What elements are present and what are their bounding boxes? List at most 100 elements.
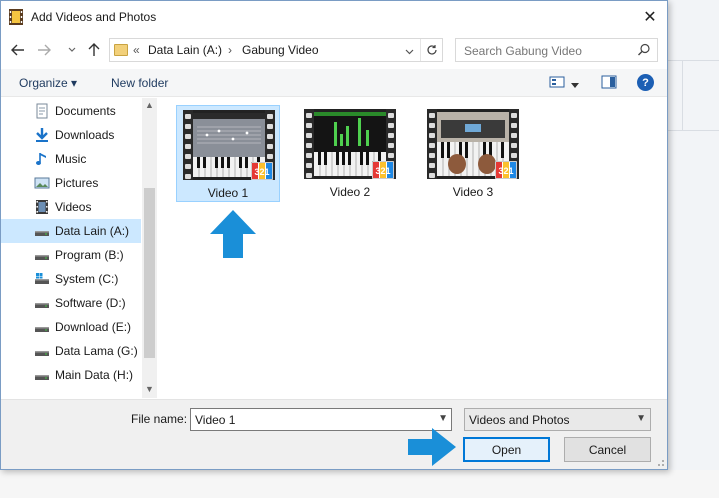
open-button[interactable]: Open	[463, 437, 550, 462]
drive-icon	[35, 327, 49, 332]
sidebar-item-videos[interactable]: Videos	[1, 195, 141, 219]
sidebar-item-documents[interactable]: Documents	[1, 99, 141, 123]
folder-icon	[114, 44, 128, 56]
sidebar-item-data-lain[interactable]: Data Lain (A:)	[1, 219, 141, 243]
file-name-label: Video 1	[207, 186, 249, 200]
overflow-icon[interactable]: «	[133, 43, 140, 57]
sidebar-item-downloads[interactable]: Downloads	[1, 123, 141, 147]
video-thumbnail: 321	[304, 109, 396, 179]
pointer-arrow-up-icon	[210, 210, 256, 258]
sidebar-item-label: Documents	[55, 104, 116, 118]
help-button[interactable]: ?	[637, 74, 654, 91]
pointer-arrow-right-icon	[408, 428, 456, 466]
scroll-up-icon[interactable]: ▲	[144, 100, 155, 112]
sidebar-scrollbar[interactable]: ▲ ▼	[142, 98, 157, 398]
file-name-label: File name:	[131, 412, 188, 426]
file-name-value: Video 1	[195, 413, 236, 427]
scroll-down-icon[interactable]: ▼	[144, 384, 155, 396]
up-button[interactable]	[85, 40, 103, 60]
drive-icon	[35, 303, 49, 308]
media-player-badge-icon: 321	[372, 161, 394, 179]
navigation-pane: Documents Downloads Music Pictures Video…	[1, 98, 157, 398]
file-item-video-2[interactable]: 321 Video 2	[298, 105, 402, 202]
add-videos-dialog: Add Videos and Photos ✕ « Data Lain (A:)…	[0, 0, 668, 470]
organize-button[interactable]: Organize ▾	[19, 76, 77, 90]
sidebar-item-label: Main Data (H:)	[55, 368, 134, 382]
video-thumbnail: 321	[427, 109, 519, 179]
title-bar: Add Videos and Photos ✕	[1, 1, 667, 33]
pictures-icon	[34, 177, 50, 189]
drive-icon	[35, 231, 49, 236]
dialog-title: Add Videos and Photos	[31, 10, 157, 24]
sidebar-item-label: Music	[55, 152, 87, 166]
chevron-down-icon	[405, 49, 414, 55]
file-type-value: Videos and Photos	[469, 413, 570, 427]
film-icon	[9, 9, 23, 25]
dialog-footer: File name: Video 1 ▼ Videos and Photos ▼…	[1, 399, 667, 469]
background-window-bottom	[0, 470, 719, 498]
close-icon: ✕	[643, 9, 657, 26]
breadcrumb-gabung-video[interactable]: Gabung Video	[242, 43, 319, 57]
preview-pane-icon[interactable]	[601, 75, 617, 89]
file-item-video-3[interactable]: 321 Video 3	[421, 105, 525, 202]
file-type-select[interactable]: Videos and Photos ▼	[464, 408, 651, 431]
view-options-icon[interactable]	[549, 75, 565, 89]
sidebar-item-label: Data Lain (A:)	[55, 224, 130, 238]
close-button[interactable]: ✕	[639, 7, 661, 27]
svg-text:321: 321	[375, 166, 390, 176]
view-dropdown[interactable]	[571, 78, 579, 92]
arrow-up-icon	[88, 43, 100, 56]
downloads-icon	[36, 128, 48, 142]
videos-icon	[36, 200, 48, 214]
address-row: « Data Lain (A:) › Gabung Video Search G…	[1, 37, 667, 63]
sidebar-item-main-data[interactable]: Main Data (H:)	[1, 363, 141, 387]
sidebar-item-label: Pictures	[55, 176, 99, 190]
search-icon	[638, 43, 650, 56]
sidebar-item-music[interactable]: Music	[1, 147, 141, 171]
sidebar-item-label: Program (B:)	[55, 248, 124, 262]
documents-icon	[36, 103, 48, 119]
sidebar-item-software[interactable]: Software (D:)	[1, 291, 141, 315]
drive-icon	[35, 255, 49, 260]
media-player-badge-icon: 321	[251, 162, 273, 180]
recent-locations-button[interactable]	[63, 40, 81, 60]
sidebar-item-label: Download (E:)	[55, 320, 132, 334]
sidebar-item-label: Downloads	[55, 128, 115, 142]
sidebar-item-pictures[interactable]: Pictures	[1, 171, 141, 195]
address-dropdown[interactable]	[405, 44, 414, 58]
address-bar[interactable]: « Data Lain (A:) › Gabung Video	[109, 38, 443, 62]
system-drive-icon	[35, 273, 49, 284]
file-name-label: Video 2	[329, 185, 371, 199]
background-window	[668, 0, 719, 498]
file-item-video-1[interactable]: 321 Video 1	[176, 105, 280, 202]
sidebar-item-label: Data Lama (G:)	[55, 344, 138, 358]
video-thumbnail: 321	[183, 110, 275, 180]
caret-down-icon	[571, 83, 579, 88]
resize-grip-icon[interactable]	[655, 457, 665, 467]
svg-text:321: 321	[498, 166, 513, 176]
sidebar-item-download[interactable]: Download (E:)	[1, 315, 141, 339]
refresh-icon	[426, 45, 437, 55]
forward-button[interactable]	[35, 40, 53, 60]
search-input[interactable]: Search Gabung Video	[464, 44, 582, 58]
help-icon: ?	[642, 76, 649, 89]
svg-text:321: 321	[254, 167, 269, 177]
drive-icon	[35, 375, 49, 380]
sidebar-item-system[interactable]: System (C:)	[1, 267, 141, 291]
breadcrumb-data-lain[interactable]: Data Lain (A:)	[148, 43, 222, 57]
back-button[interactable]	[9, 40, 27, 60]
scroll-thumb[interactable]	[144, 188, 155, 358]
cancel-button[interactable]: Cancel	[564, 437, 651, 462]
new-folder-button[interactable]: New folder	[111, 76, 168, 90]
media-player-badge-icon: 321	[495, 161, 517, 179]
drive-icon	[35, 351, 49, 356]
sidebar-item-data-lama[interactable]: Data Lama (G:)	[1, 339, 141, 363]
chevron-down-icon[interactable]: ▼	[438, 413, 448, 424]
chevron-down-icon: ▼	[636, 413, 646, 424]
refresh-button[interactable]	[420, 39, 442, 61]
sidebar-item-program[interactable]: Program (B:)	[1, 243, 141, 267]
arrow-left-icon	[11, 44, 24, 56]
breadcrumb-separator: ›	[228, 43, 232, 57]
search-box[interactable]: Search Gabung Video	[455, 38, 658, 62]
chevron-down-icon	[68, 47, 76, 52]
